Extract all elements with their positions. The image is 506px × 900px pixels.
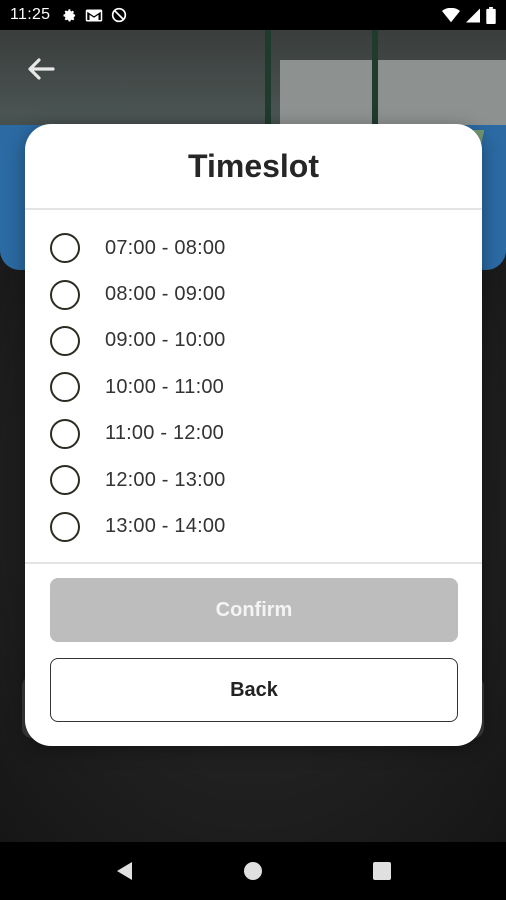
court-wall (280, 60, 506, 130)
radio-button[interactable] (50, 233, 80, 264)
timeslot-option[interactable]: 11:00 - 12:00 (25, 411, 482, 457)
timeslot-label: 11:00 - 12:00 (105, 422, 224, 445)
do-not-disturb-icon (111, 7, 127, 23)
timeslot-option[interactable]: 09:00 - 10:00 (25, 318, 482, 364)
divider (25, 562, 482, 564)
gmail-icon (85, 8, 103, 23)
arrow-left-icon (28, 58, 55, 80)
timeslot-label: 10:00 - 11:00 (105, 375, 224, 398)
timeslot-label: 12:00 - 13:00 (105, 468, 226, 491)
nav-recents-button[interactable] (362, 851, 402, 891)
timeslot-option[interactable]: 10:00 - 11:00 (25, 364, 482, 410)
dialog-title: Timeslot (188, 147, 319, 184)
timeslot-dialog: Timeslot 07:00 - 08:00 08:00 - 09:00 09:… (25, 124, 482, 746)
nav-recents-icon (372, 862, 391, 880)
back-button[interactable]: Back (50, 658, 458, 722)
timeslot-option[interactable]: 08:00 - 09:00 (25, 271, 482, 317)
radio-button[interactable] (50, 325, 80, 356)
timeslot-label: 13:00 - 14:00 (105, 515, 226, 538)
status-icons-left (62, 7, 127, 23)
radio-button[interactable] (50, 372, 80, 403)
radio-button[interactable] (50, 418, 80, 449)
nav-back-button[interactable] (104, 851, 144, 891)
confirm-button[interactable]: Confirm (50, 578, 458, 642)
nav-home-icon (243, 862, 262, 880)
gear-icon (62, 8, 77, 23)
cell-signal-icon (466, 8, 480, 23)
timeslot-option[interactable]: 13:00 - 14:00 (25, 503, 482, 549)
back-arrow-button[interactable] (26, 54, 56, 84)
navigation-bar (0, 842, 506, 900)
nav-home-button[interactable] (233, 851, 273, 891)
timeslot-list: 07:00 - 08:00 08:00 - 09:00 09:00 - 10:0… (25, 210, 482, 562)
status-icons-right (442, 6, 496, 24)
battery-icon (486, 6, 496, 24)
radio-button[interactable] (50, 511, 80, 542)
timeslot-option[interactable]: 12:00 - 13:00 (25, 457, 482, 503)
wifi-icon (442, 7, 460, 23)
timeslot-label: 07:00 - 08:00 (105, 236, 226, 259)
timeslot-label: 08:00 - 09:00 (105, 283, 226, 306)
timeslot-option[interactable]: 07:00 - 08:00 (25, 225, 482, 271)
radio-button[interactable] (50, 279, 80, 310)
nav-back-icon (117, 862, 133, 880)
radio-button[interactable] (50, 465, 80, 496)
status-time: 11:25 (10, 6, 51, 23)
status-bar: 11:25 (0, 0, 506, 30)
timeslot-label: 09:00 - 10:00 (105, 329, 226, 352)
